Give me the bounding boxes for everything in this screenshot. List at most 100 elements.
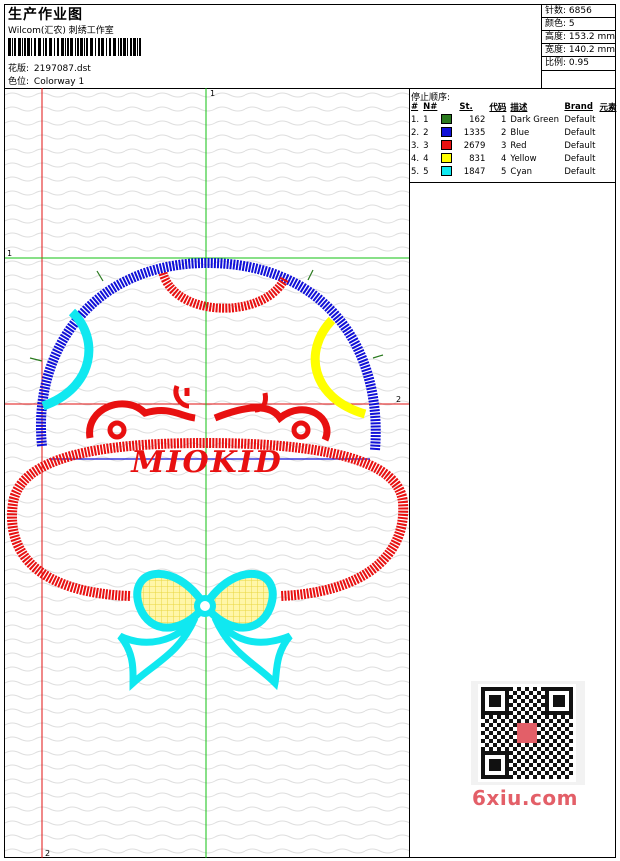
qr-module (505, 723, 509, 727)
qr-module (537, 763, 541, 767)
qr-module (565, 775, 569, 779)
col-element: 元素 (599, 103, 617, 113)
qr-module (513, 739, 517, 743)
qr-module (553, 715, 557, 719)
row-code: 4 (500, 153, 507, 164)
barcode-bar (127, 38, 128, 56)
qr-module (493, 727, 497, 731)
qr-module (557, 735, 561, 739)
table-row: 3. 3 2679 3 Red Default (409, 139, 618, 152)
barcode-bar (90, 38, 93, 56)
qr-module (513, 715, 517, 719)
barcode-bar (18, 38, 21, 56)
qr-module (513, 707, 517, 711)
color-swatch (439, 165, 457, 178)
row-brand: Default (564, 140, 596, 151)
barcode-bar (77, 38, 79, 56)
qr-module (533, 767, 537, 771)
qr-module (557, 743, 561, 747)
qr-module (537, 731, 541, 735)
col-swatch (439, 101, 457, 113)
row-needle: 2 (423, 127, 429, 138)
qr-module (481, 715, 485, 719)
qr-module (517, 767, 521, 771)
barcode-bar (65, 38, 66, 56)
page-title: 生产作业图 (8, 7, 83, 23)
table-row: 4. 4 831 4 Yellow Default (409, 152, 618, 165)
qr-module (557, 767, 561, 771)
qr-module (493, 735, 497, 739)
col-index: # (411, 102, 419, 112)
qr-module (533, 695, 537, 699)
qr-module (485, 735, 489, 739)
qr-module (485, 727, 489, 731)
col-brand: Brand (564, 102, 593, 112)
qr-module (565, 751, 569, 755)
qr-module (529, 691, 533, 695)
qr-module (489, 723, 493, 727)
qr-module (541, 767, 545, 771)
watermark-text: 6xiu.com (472, 786, 578, 810)
row-needle: 4 (423, 153, 429, 164)
row-index: 3. (411, 140, 420, 151)
qr-module (549, 775, 553, 779)
qr-module (497, 715, 501, 719)
barcode-bar (120, 38, 122, 56)
row-brand: Default (564, 166, 596, 177)
qr-module (513, 771, 517, 775)
qr-module (541, 775, 545, 779)
qr-module (501, 719, 505, 723)
qr-module (565, 743, 569, 747)
barcode-bar (101, 38, 104, 56)
qr-module (537, 747, 541, 751)
qr-module (545, 771, 549, 775)
qr-module (565, 759, 569, 763)
qr-module (509, 767, 513, 771)
qr-module (533, 719, 537, 723)
qr-module (549, 735, 553, 739)
col-code: 代码 (489, 103, 507, 113)
qr-module (525, 759, 529, 763)
qr-module (497, 731, 501, 735)
qr-module (553, 723, 557, 727)
qr-finder-center (489, 695, 501, 707)
qr-module (489, 739, 493, 743)
qr-module (509, 775, 513, 779)
qr-module (569, 739, 573, 743)
qr-module (505, 715, 509, 719)
qr-module (509, 687, 513, 691)
qr-module (533, 759, 537, 763)
row-stitches: 1335 (463, 127, 486, 138)
qr-module (517, 751, 521, 755)
row-needle: 5 (423, 166, 429, 177)
barcode-bar (139, 38, 141, 56)
qr-module (489, 747, 493, 751)
qr-module (569, 755, 573, 759)
barcode-bar (34, 38, 36, 56)
qr-module (545, 763, 549, 767)
table-header-row: # N# St. 代码 描述 Brand 元素 (409, 101, 618, 113)
barcode-bar (84, 38, 85, 56)
row-index: 2. (411, 127, 420, 138)
barcode (8, 38, 142, 60)
qr-module (513, 731, 517, 735)
barcode-bar (123, 38, 126, 56)
qr-module (541, 703, 545, 707)
qr-module (525, 695, 529, 699)
qr-module (545, 731, 549, 735)
qr-module (529, 707, 533, 711)
row-index: 4. (411, 153, 420, 164)
qr-module (525, 711, 529, 715)
qr-module (537, 715, 541, 719)
qr-module (549, 727, 553, 731)
qr-finder-center (553, 695, 565, 707)
design-label: 花版: (8, 64, 30, 74)
qr-module (517, 687, 521, 691)
qr-module (513, 747, 517, 751)
qr-module (553, 771, 557, 775)
barcode-bar (61, 38, 64, 56)
qr-module (517, 719, 521, 723)
barcode-bar (98, 38, 100, 56)
qr-module (545, 739, 549, 743)
qr-module (481, 739, 485, 743)
